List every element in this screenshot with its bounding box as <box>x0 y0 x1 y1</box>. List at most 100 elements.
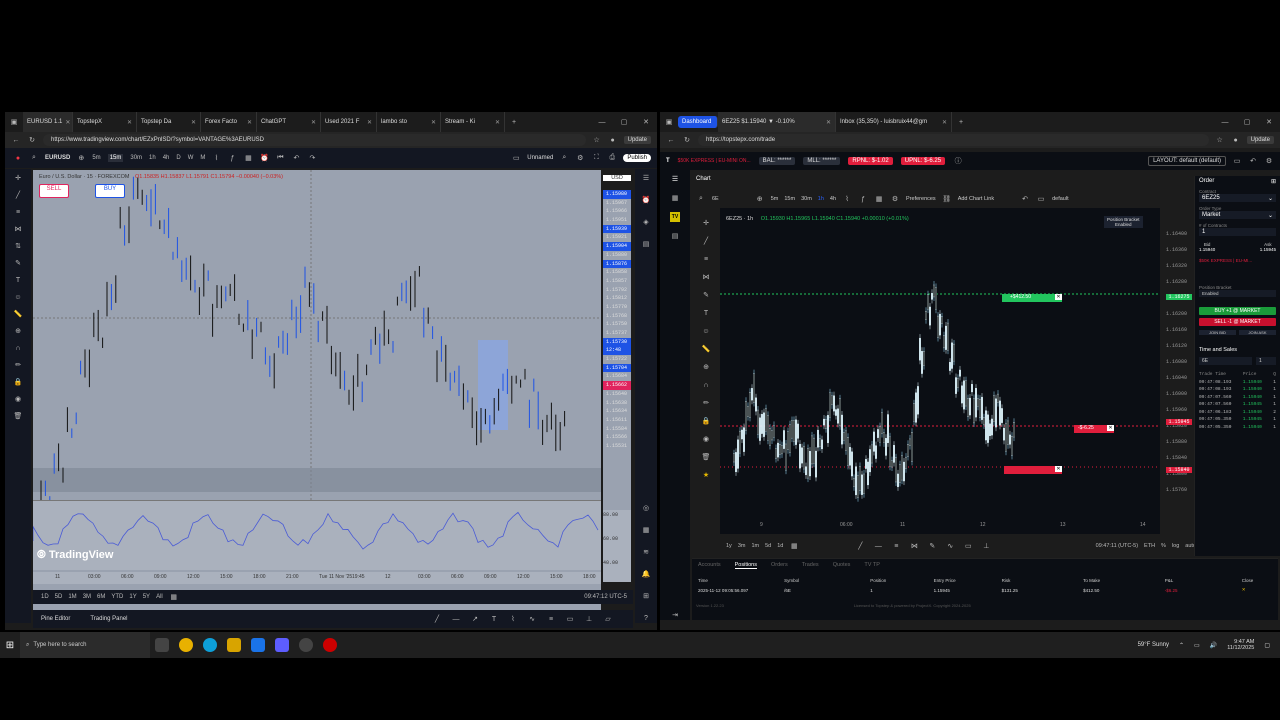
undo-icon[interactable]: ↶ <box>1020 194 1030 204</box>
tv-icon[interactable]: TV <box>670 212 680 222</box>
maximize-icon[interactable]: ▢ <box>619 117 629 127</box>
buy-market-button[interactable]: BUY +1 @ MARKET <box>1199 307 1276 315</box>
alert-icon[interactable]: ⏰ <box>259 153 269 163</box>
close-icon[interactable]: ✕ <box>1055 294 1062 300</box>
range-5d[interactable]: 5D <box>55 594 63 600</box>
reload-icon[interactable]: ↻ <box>27 135 37 145</box>
store-icon[interactable] <box>275 638 289 652</box>
rect-tool-icon[interactable]: ▭ <box>565 614 575 624</box>
back-icon[interactable]: ← <box>666 135 676 145</box>
add-symbol-icon[interactable]: ⊕ <box>76 153 86 163</box>
join-bid-button[interactable]: JOIN BID <box>1199 330 1236 335</box>
ts-contract-select[interactable]: 6E <box>1199 357 1252 365</box>
tab-dashboard[interactable]: Dashboard <box>678 116 718 128</box>
tab-6ez25[interactable]: 6EZ25 $1.15940 ▼ -0.10% ✕ <box>718 112 836 132</box>
tv-price-scale[interactable]: 1.15980 1.15967 1.15966 1.15951 1.15939 1.159… <box>603 190 631 510</box>
sl-order-label[interactable]: ✕ <box>1004 466 1062 474</box>
layout-icon[interactable]: ▭ <box>511 153 521 163</box>
tp-order-label[interactable]: +$412.50 ✕ <box>1002 294 1062 302</box>
tf-30m[interactable]: 30m <box>801 196 812 202</box>
projection-icon[interactable]: ⇅ <box>13 241 23 251</box>
magnet-icon[interactable]: ∩ <box>701 380 711 390</box>
tab-topstepx[interactable]: TopstepX ✕ <box>73 112 137 132</box>
tf-D[interactable]: D <box>176 155 180 161</box>
save-icon[interactable]: ▭ <box>1232 156 1242 166</box>
new-tab-icon[interactable]: + <box>956 117 966 127</box>
add-icon[interactable]: ⊞ <box>1271 178 1276 185</box>
range-5y[interactable]: 5Y <box>143 594 150 600</box>
minimize-icon[interactable]: — <box>597 117 607 127</box>
settings-icon[interactable]: ⚙ <box>575 153 585 163</box>
trash-icon[interactable]: 🗑 <box>13 411 23 421</box>
indicators-icon[interactable]: ƒ <box>858 194 868 204</box>
range-1y[interactable]: 1y <box>726 543 732 549</box>
update-button[interactable]: Update <box>623 136 651 144</box>
range-all[interactable]: All <box>156 594 163 600</box>
publish-button[interactable]: Publish <box>623 154 651 162</box>
alerts-icon[interactable]: ⏰ <box>641 195 651 205</box>
brush-tool-icon[interactable]: ✎ <box>927 541 937 551</box>
arrow-tool-icon[interactable]: ↗ <box>470 614 480 624</box>
fullscreen-icon[interactable]: ▭ <box>1036 194 1046 204</box>
range-5d[interactable]: 5d <box>765 543 771 549</box>
tf-4h[interactable]: 4h <box>163 155 170 161</box>
layers-icon[interactable]: ◈ <box>641 217 651 227</box>
percent-toggle[interactable]: % <box>1161 543 1166 549</box>
fib-tool-icon[interactable]: ≡ <box>546 614 556 624</box>
candle-type-icon[interactable]: ⌇ <box>842 194 852 204</box>
table-cell[interactable]: ✕ <box>1242 587 1278 593</box>
pin-tool-icon[interactable]: ⊥ <box>981 541 991 551</box>
close-icon[interactable]: ✕ <box>191 119 196 126</box>
emoji-icon[interactable]: ☺ <box>701 326 711 336</box>
tv-avatar-icon[interactable]: ● <box>13 153 23 163</box>
range-3m[interactable]: 3M <box>83 594 91 600</box>
replay-icon[interactable]: ⏮ <box>275 153 285 163</box>
position-bracket-badge[interactable]: Position Bracket Enabled <box>1104 216 1143 228</box>
layout-grid-icon[interactable]: ▦ <box>243 153 253 163</box>
trash-icon[interactable]: 🗑 <box>701 452 711 462</box>
tf-4h[interactable]: 4h <box>830 196 836 202</box>
url-field[interactable]: https://topstepx.com/trade <box>698 134 1209 146</box>
reload-icon[interactable]: ↻ <box>682 135 692 145</box>
buy-button[interactable]: BUY <box>95 184 125 198</box>
tv-chart-pane[interactable]: Euro / U.S. Dollar · 15 · FOREXCOM O1.15… <box>33 170 601 614</box>
brush-icon[interactable]: ✎ <box>701 290 711 300</box>
chart-nav-icon[interactable]: ☰ <box>670 174 680 184</box>
text-icon[interactable]: T <box>13 275 23 285</box>
lock-icon[interactable]: 🔒 <box>701 416 711 426</box>
tf-M[interactable]: M <box>200 155 205 161</box>
bracket-select[interactable]: Enabled <box>1199 290 1276 297</box>
profile-icon[interactable]: ● <box>608 135 618 145</box>
default-layout[interactable]: default <box>1052 196 1069 202</box>
taskbar-search[interactable]: ⌕ Type here to search <box>20 632 150 658</box>
browser-menu-icon[interactable]: ▣ <box>664 117 674 127</box>
tf-5m[interactable]: 5m <box>771 196 779 202</box>
tf-30m[interactable]: 30m <box>130 155 142 161</box>
info-icon[interactable]: ⓘ <box>953 156 963 166</box>
log-toggle[interactable]: log <box>1172 543 1179 549</box>
help-icon[interactable]: ? <box>641 613 651 623</box>
range-1d[interactable]: 1D <box>41 594 49 600</box>
task-view-icon[interactable] <box>155 638 169 652</box>
account-selector[interactable]: $50K EXPRESS | EU-MINI ON... <box>678 158 751 164</box>
undo-icon[interactable]: ↶ <box>1248 156 1258 166</box>
update-button[interactable]: Update <box>1246 136 1274 144</box>
line-tool-icon[interactable]: ╱ <box>855 541 865 551</box>
lock-icon[interactable]: 🔒 <box>13 377 23 387</box>
tab-forex-factory[interactable]: Forex Facto ✕ <box>201 112 257 132</box>
hline-tool-icon[interactable]: — <box>451 614 461 624</box>
browser-menu-icon[interactable]: ▣ <box>9 117 19 127</box>
tf-15m[interactable]: 15m <box>784 196 795 202</box>
calendar-icon[interactable]: ▦ <box>641 525 651 535</box>
chart-type-icon[interactable]: ⌇ <box>211 153 221 163</box>
rect-tool-icon[interactable]: ▭ <box>963 541 973 551</box>
tab-orders[interactable]: Orders <box>771 562 788 568</box>
tab-used-2021[interactable]: Used 2021 F ✕ <box>321 112 377 132</box>
fib-icon[interactable]: ≡ <box>701 254 711 264</box>
currency-label[interactable]: USD <box>603 175 631 181</box>
close-icon[interactable]: ✕ <box>1055 466 1062 472</box>
table-row[interactable]: 2025-11-12 09:05:56.097/6E 1 1.15945 $131.2… <box>692 585 1278 595</box>
magnet-icon[interactable]: ∩ <box>13 343 23 353</box>
chrome-alt-icon[interactable] <box>323 638 337 652</box>
taskbar-clock[interactable]: 9:47 AM 11/12/2025 <box>1227 639 1254 651</box>
